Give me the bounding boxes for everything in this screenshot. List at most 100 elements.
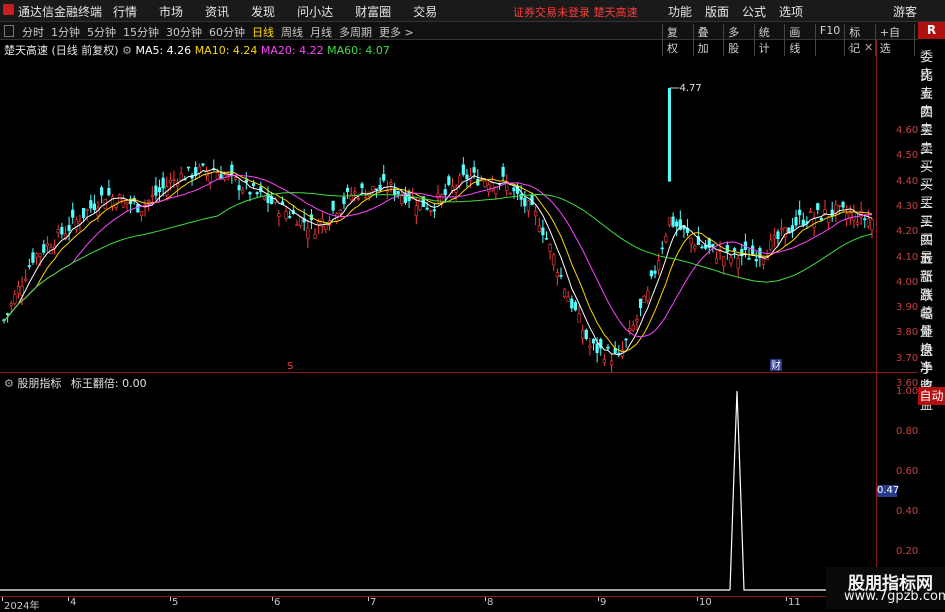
tab-5min[interactable]: 5分钟	[87, 24, 116, 40]
top-menu-bar: 通达信金融终端 行情 市场 资讯 发现 问小达 财富圈 交易 证券交易未登录 楚…	[0, 0, 945, 22]
menu-item-wealth[interactable]: 财富圈	[355, 3, 391, 20]
candle-body	[776, 231, 780, 240]
button-f10[interactable]: F10	[814, 24, 844, 56]
button-overlay[interactable]: 叠加	[692, 24, 724, 56]
chart-close-icon[interactable]: ✕	[864, 41, 873, 54]
tab-weekly[interactable]: 周线	[281, 24, 303, 40]
candle-body	[870, 219, 874, 231]
candle-body	[157, 187, 162, 193]
candle-body	[139, 211, 144, 216]
candle-body	[790, 225, 795, 232]
candle-body	[548, 244, 552, 252]
time-label: 9	[600, 597, 607, 608]
candle-body	[284, 211, 288, 219]
candle-body	[92, 203, 97, 211]
candle-body	[360, 183, 364, 189]
candle-body	[631, 324, 635, 331]
tab-1min[interactable]: 1分钟	[51, 24, 80, 40]
candle-body	[660, 247, 664, 250]
candle-body	[367, 191, 371, 197]
candle-body	[392, 188, 397, 196]
candle-body	[432, 209, 436, 212]
candle-body	[154, 185, 158, 196]
candle-body	[646, 290, 650, 301]
tab-60min[interactable]: 60分钟	[209, 24, 245, 40]
candle-body	[779, 228, 784, 231]
guest-user-label[interactable]: 游客	[893, 3, 917, 20]
menu-item-ask[interactable]: 问小达	[297, 3, 333, 20]
candle-body	[772, 235, 776, 239]
candle-body	[642, 295, 646, 303]
candle-body	[523, 198, 527, 207]
candle-body	[378, 184, 382, 190]
app-title: 通达信金融终端	[18, 5, 103, 19]
indicator-tick: 0.20	[896, 546, 919, 557]
candle-body	[852, 211, 856, 221]
candle-body	[42, 244, 46, 253]
r-indicator[interactable]: R	[918, 22, 945, 39]
candle-body	[107, 187, 111, 196]
menu-item-trade[interactable]: 交易	[413, 3, 437, 20]
menu-item-formula[interactable]: 公式	[742, 3, 766, 20]
indicator-current-value: 0.47	[877, 485, 900, 497]
candle-body	[541, 227, 545, 236]
tab-daily[interactable]: 日线	[252, 24, 274, 40]
price-tick: 4.40	[896, 175, 919, 187]
button-draw[interactable]: 画线	[784, 24, 815, 56]
event-mark-cai: 财	[771, 359, 781, 372]
indicator-chart[interactable]	[0, 373, 876, 595]
indicator-tick: 0.40	[896, 506, 919, 517]
candle-body	[700, 246, 704, 249]
menu-item-quotes[interactable]: 行情	[113, 3, 137, 20]
candle-body	[179, 173, 183, 181]
candle-body	[465, 174, 469, 180]
login-status-warning[interactable]: 证券交易未登录 楚天高速	[513, 4, 638, 20]
button-add-watchlist[interactable]: +自选	[874, 24, 915, 56]
panel-toggle-icon[interactable]	[4, 25, 14, 37]
price-tick: 4.50	[896, 150, 919, 162]
menu-item-function[interactable]: 功能	[668, 3, 692, 20]
button-adjust[interactable]: 复权	[662, 24, 693, 56]
candle-body	[490, 182, 494, 191]
candle-body	[447, 176, 451, 185]
button-multi-stock[interactable]: 多股	[723, 24, 754, 56]
candle-body	[100, 187, 104, 196]
candle-body	[400, 194, 404, 204]
candle-body	[830, 209, 834, 217]
time-label: 4	[70, 597, 77, 608]
candle-body	[353, 191, 357, 194]
time-label: 11	[788, 597, 801, 608]
candle-body	[487, 184, 491, 192]
candle-body	[389, 182, 393, 185]
tab-multi-period[interactable]: 多周期	[339, 24, 372, 40]
menu-item-market[interactable]: 市场	[159, 3, 183, 20]
candlestick-chart[interactable]: 4.773.61S财	[0, 58, 876, 372]
chart-toolbar: 分时 1分钟 5分钟 15分钟 30分钟 60分钟 日线 周线 月线 多周期 更…	[0, 22, 945, 56]
chart-settings-icon[interactable]: ◇	[848, 43, 856, 54]
menu-item-discover[interactable]: 发现	[251, 3, 275, 20]
candle-body	[526, 200, 531, 212]
candle-body	[147, 200, 151, 203]
candle-body	[595, 343, 599, 353]
auto-button[interactable]: 自动	[918, 387, 945, 405]
candle-body	[461, 164, 465, 175]
tab-15min[interactable]: 15分钟	[123, 24, 159, 40]
tab-intraday[interactable]: 分时	[22, 24, 44, 40]
button-stats[interactable]: 统计	[753, 24, 785, 56]
tab-more[interactable]: 更多 >	[379, 24, 414, 40]
menu-item-options[interactable]: 选项	[779, 3, 803, 20]
menu-item-layout[interactable]: 版面	[705, 3, 729, 20]
candle-body	[649, 270, 653, 277]
candle-body	[382, 173, 386, 181]
candle-body	[295, 224, 299, 226]
settings-icon[interactable]: ⚙	[122, 44, 132, 57]
candle-body	[414, 205, 418, 216]
candle-body	[472, 167, 476, 173]
menu-item-news[interactable]: 资讯	[205, 3, 229, 20]
tab-30min[interactable]: 30分钟	[166, 24, 202, 40]
candle-body	[602, 359, 606, 364]
tab-monthly[interactable]: 月线	[310, 24, 332, 40]
candle-body	[31, 252, 35, 263]
time-label: 10	[699, 597, 712, 608]
candle-body	[591, 338, 596, 344]
